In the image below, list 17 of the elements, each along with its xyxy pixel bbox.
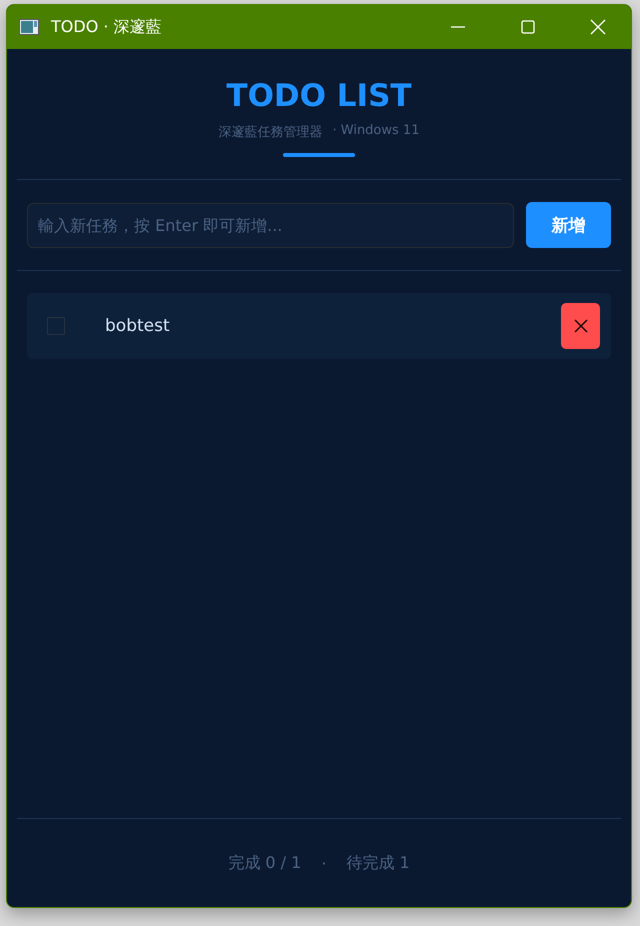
delete-button[interactable]	[561, 303, 600, 349]
todo-text: bobtest	[105, 316, 170, 336]
task-input-field[interactable]: 輸入新任務，按 Enter 即可新增...	[27, 202, 514, 248]
done-count: 完成 0 / 1	[228, 852, 302, 874]
subtitle: 深邃藍任務管理器	[218, 124, 322, 141]
pending-count: 待完成 1	[346, 852, 410, 874]
accent-bar	[283, 153, 355, 157]
app-title: TODO LIST	[226, 77, 412, 115]
checkbox[interactable]	[47, 317, 65, 335]
app-icon	[19, 19, 39, 35]
window-title: TODO · 深邃藍	[51, 16, 162, 38]
separator-dot: ·	[321, 854, 326, 872]
add-button[interactable]: 新增	[526, 202, 611, 248]
close-icon[interactable]	[590, 19, 606, 35]
maximize-icon[interactable]	[520, 19, 536, 35]
platform-label: · Windows 11	[332, 123, 420, 140]
x-icon	[574, 319, 588, 333]
